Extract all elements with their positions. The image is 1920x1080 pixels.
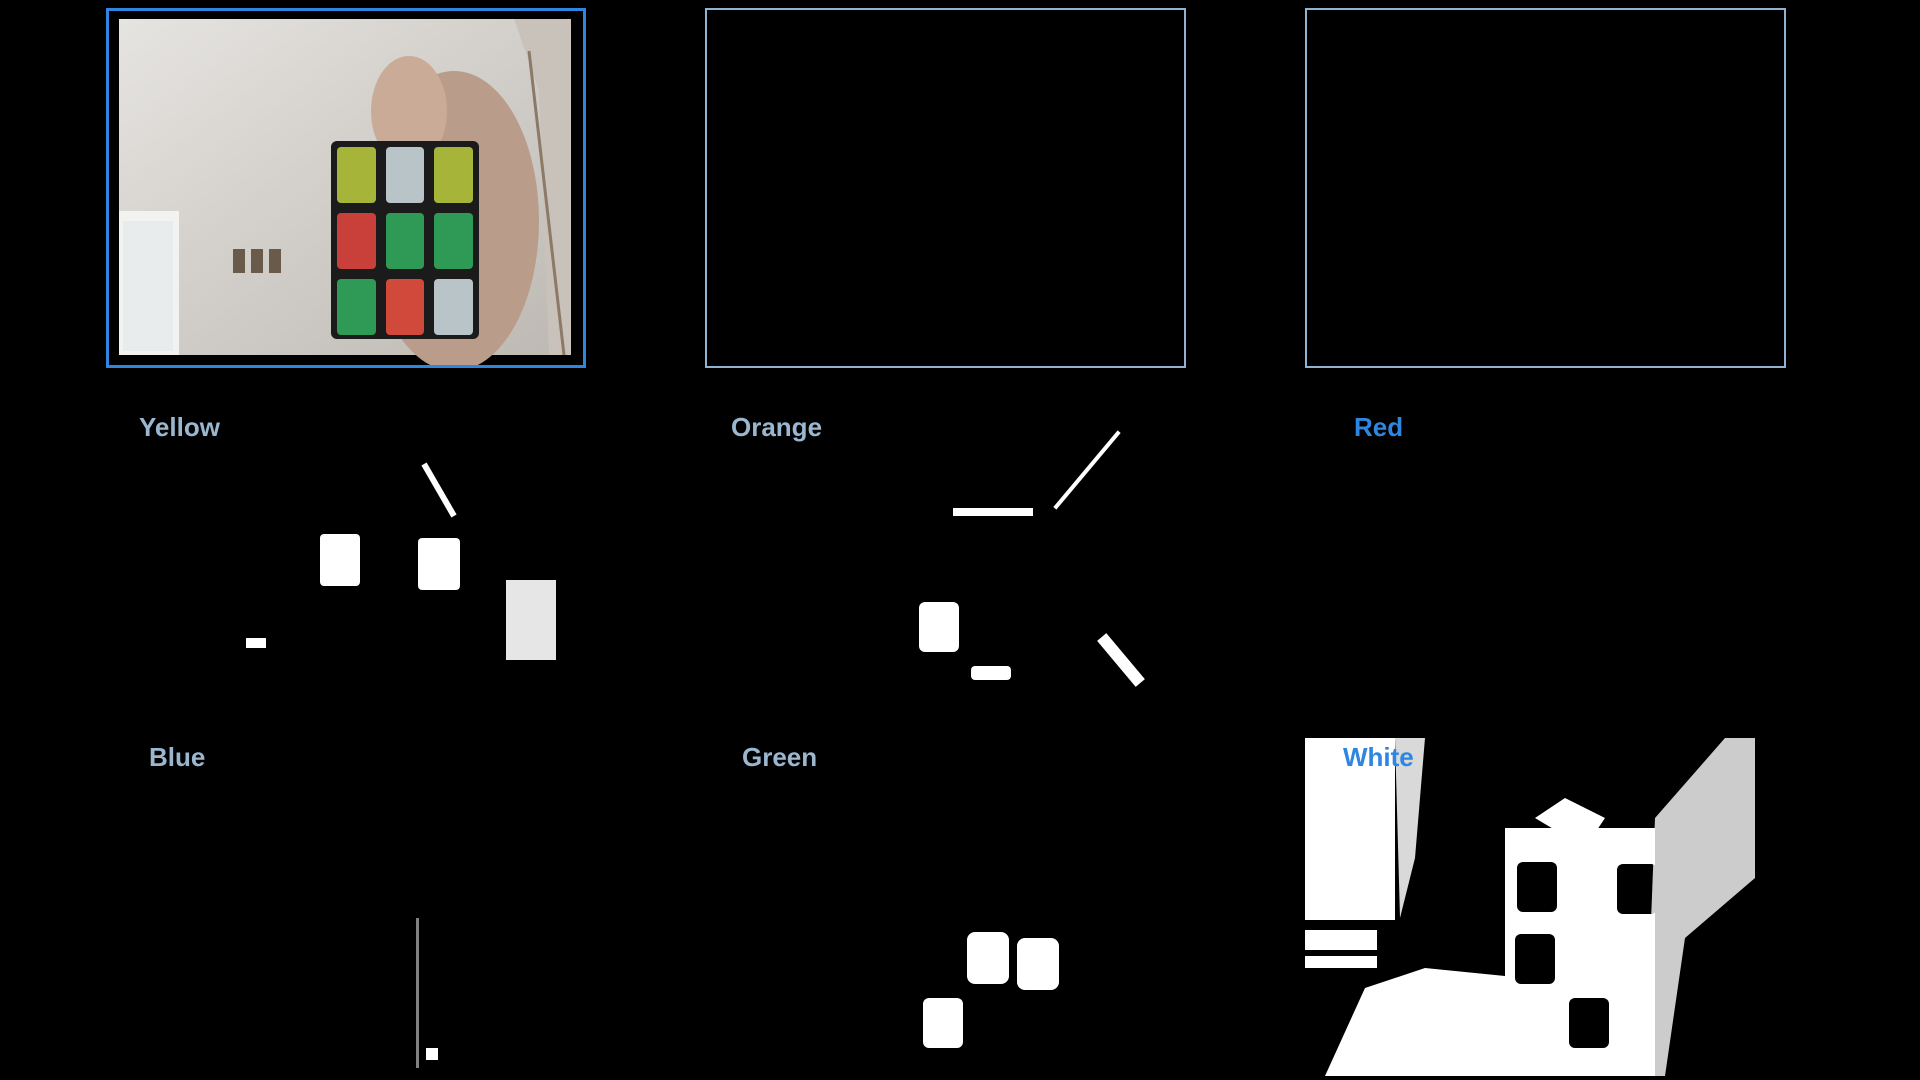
mask-blob bbox=[506, 580, 556, 660]
cube-sticker bbox=[337, 213, 376, 269]
rubiks-cube-face bbox=[337, 147, 473, 335]
red-mask-view[interactable] bbox=[1305, 400, 1786, 690]
cube-sticker bbox=[434, 213, 473, 269]
mask-blob bbox=[1017, 938, 1059, 990]
cube-sticker bbox=[337, 147, 376, 203]
green-label: Green bbox=[742, 742, 818, 772]
green-mask-view[interactable] bbox=[705, 738, 1186, 1080]
mask-blob bbox=[426, 1048, 438, 1060]
white-label: White bbox=[1343, 742, 1414, 772]
mask-blob bbox=[421, 462, 457, 518]
mask-blob bbox=[953, 508, 1033, 516]
mask-blob bbox=[923, 998, 963, 1048]
red-label: Red bbox=[1354, 412, 1404, 442]
preview-frame-2[interactable] bbox=[705, 8, 1186, 368]
mask-blob bbox=[971, 666, 1011, 680]
cube-sticker bbox=[385, 147, 425, 203]
mask-blob bbox=[418, 538, 460, 590]
mask-blob bbox=[416, 918, 419, 1068]
cube-sticker bbox=[434, 279, 473, 335]
blue-mask-view[interactable] bbox=[106, 738, 586, 1080]
mask-blob bbox=[1053, 430, 1121, 510]
mask-blob bbox=[967, 932, 1009, 984]
white-mask-view[interactable] bbox=[1305, 738, 1755, 1076]
orange-label: Orange bbox=[731, 412, 823, 442]
white-mask-image bbox=[1305, 738, 1755, 1076]
mask-blob bbox=[246, 638, 266, 648]
mask-blob bbox=[320, 534, 360, 586]
preview-frame-3[interactable] bbox=[1305, 8, 1786, 368]
mask-blob bbox=[1097, 633, 1145, 687]
cube-sticker bbox=[385, 279, 425, 335]
camera-preview-panel[interactable] bbox=[106, 8, 586, 368]
cube-sticker bbox=[434, 147, 473, 203]
yellow-label: Yellow bbox=[139, 412, 220, 442]
blue-label: Blue bbox=[149, 742, 206, 772]
orange-mask-view[interactable] bbox=[705, 400, 1186, 690]
yellow-mask-view[interactable] bbox=[106, 400, 586, 690]
cube-sticker bbox=[337, 279, 376, 335]
mask-blob bbox=[919, 602, 959, 652]
cube-sticker bbox=[385, 213, 425, 269]
